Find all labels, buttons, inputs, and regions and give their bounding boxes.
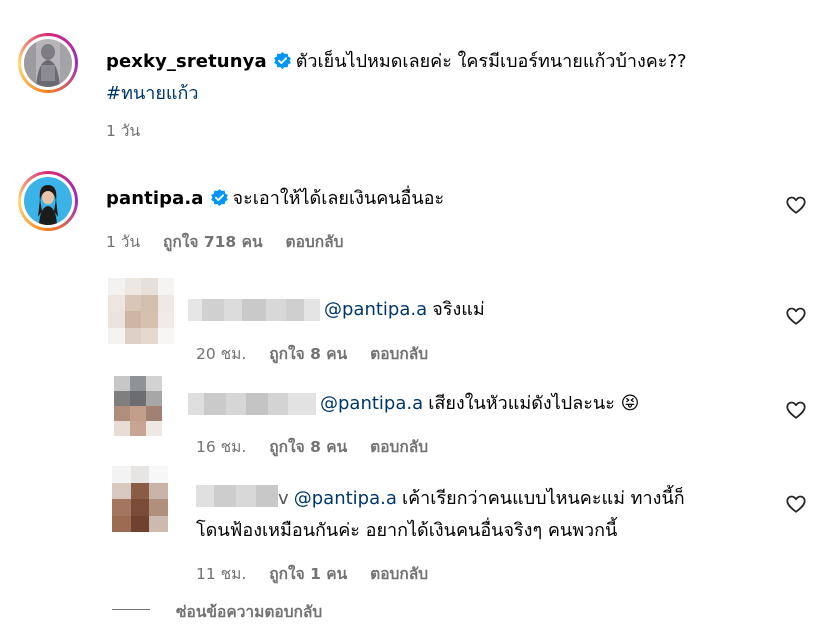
reply-text-line2: โดนฟ้องเหมือนกันค่ะ อยากได้เงินคนอื่นจริ…	[196, 520, 618, 541]
post-meta: 1 วัน	[106, 118, 158, 143]
reply-body: @pantipa.a จริงแม่	[324, 297, 485, 323]
reply-body: @pantipa.a เสียงในหัวแม่ดังไปละนะ 😝	[320, 391, 639, 417]
reply-button[interactable]: ตอบกลับ	[370, 345, 428, 363]
heart-outline-icon[interactable]	[785, 399, 807, 421]
reply-avatar-pixelated[interactable]	[108, 278, 174, 344]
reply-likes[interactable]: ถูกใจ 1 คน	[269, 565, 347, 583]
post-time[interactable]: 1 วัน	[106, 122, 140, 140]
post-text: ตัวเย็นไปหมดเลยค่ะ ใครมีเบอร์ทนายแก้วบ้า…	[295, 51, 687, 72]
reply-meta: 20 ชม. ถูกใจ 8 คน ตอบกลับ	[196, 341, 446, 366]
reply-likes[interactable]: ถูกใจ 8 คน	[269, 345, 347, 363]
comment-meta: 1 วัน ถูกใจ 718 คน ตอบกลับ	[106, 229, 361, 254]
post-username[interactable]: pexky_sretunya	[106, 51, 267, 72]
reply-text: จริงแม่	[432, 299, 485, 320]
comment-time[interactable]: 1 วัน	[106, 233, 140, 251]
comment-body: pantipa.a จะเอาให้ได้เลยเงินคนอื่นอะ	[106, 186, 444, 212]
reply-likes[interactable]: ถูกใจ 8 คน	[269, 438, 347, 456]
comment-author-avatar[interactable]	[18, 171, 78, 231]
comment-text: จะเอาให้ได้เลยเงินคนอื่นอะ	[232, 188, 445, 209]
mention-link[interactable]: @pantipa.a	[320, 393, 423, 414]
hide-replies-divider	[112, 609, 150, 610]
reply-username-blurred[interactable]	[188, 393, 316, 415]
reply-text-line1: เค้าเรียกว่าคนแบบไหนคะแม่ ทางนี้ก็	[401, 488, 685, 509]
mention-link[interactable]: @pantipa.a	[294, 488, 397, 509]
reply-avatar-pixelated[interactable]	[112, 466, 168, 532]
heart-outline-icon[interactable]	[785, 305, 807, 327]
comment-username[interactable]: pantipa.a	[106, 188, 204, 209]
reply-button[interactable]: ตอบกลับ	[370, 565, 428, 583]
verified-badge-icon	[273, 51, 291, 70]
avatar-image	[24, 177, 72, 225]
reply-button[interactable]: ตอบกลับ	[370, 438, 428, 456]
reply-time[interactable]: 20 ชม.	[196, 345, 246, 363]
comment-likes[interactable]: ถูกใจ 718 คน	[163, 233, 263, 251]
heart-outline-icon[interactable]	[785, 493, 807, 515]
hashtag-link[interactable]: #ทนายแก้ว	[106, 83, 199, 104]
hide-replies-row: ซ่อนข้อความตอบกลับ	[176, 599, 322, 624]
mention-link[interactable]: @pantipa.a	[324, 299, 427, 320]
reply-meta: 16 ชม. ถูกใจ 8 คน ตอบกลับ	[196, 434, 446, 459]
reply-button[interactable]: ตอบกลับ	[286, 233, 344, 251]
avatar-image	[24, 39, 72, 87]
verified-badge-icon	[210, 188, 228, 207]
post-author-avatar[interactable]	[18, 33, 78, 93]
reply-avatar-pixelated[interactable]	[114, 376, 162, 436]
reply-username-blurred[interactable]	[188, 299, 320, 321]
reply-time[interactable]: 16 ชม.	[196, 438, 246, 456]
reply-time[interactable]: 11 ชม.	[196, 565, 246, 583]
post-caption: pexky_sretunya ตัวเย็นไปหมดเลยค่ะ ใครมีเบ…	[106, 46, 806, 110]
heart-outline-icon[interactable]	[785, 194, 807, 216]
reply-username-tail[interactable]: v	[278, 488, 289, 509]
hide-replies-button[interactable]: ซ่อนข้อความตอบกลับ	[176, 603, 322, 621]
reply-text: เสียงในหัวแม่ดังไปละนะ 😝	[428, 393, 640, 414]
reply-meta: 11 ชม. ถูกใจ 1 คน ตอบกลับ	[196, 561, 446, 586]
reply-body: v @pantipa.a เค้าเรียกว่าคนแบบไหนคะแม่ ท…	[196, 483, 776, 547]
